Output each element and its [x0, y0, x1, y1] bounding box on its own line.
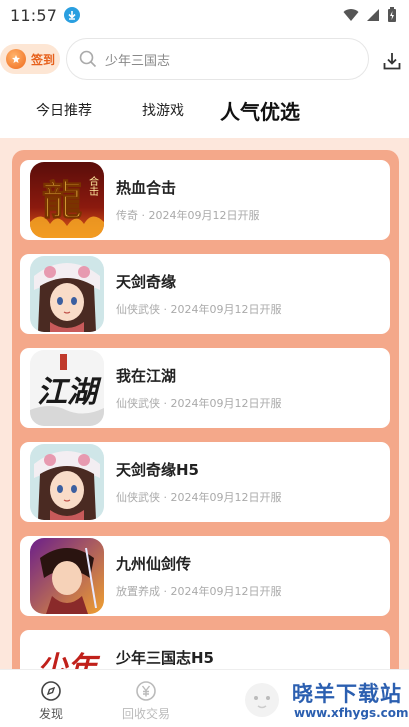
yuan-coin-icon	[136, 681, 156, 701]
game-list-panel: 龍 合击 热血合击 传奇 · 2024年09月12日开服 天剑奇缘 仙侠武侠 ·…	[0, 138, 409, 690]
nav-discover[interactable]: 发现	[16, 670, 86, 727]
dragon-logo-icon: 龍 合击	[30, 162, 104, 238]
signal-icon	[367, 9, 379, 21]
game-title: 热血合击	[116, 179, 177, 197]
tab-today-recommend[interactable]: 今日推荐	[36, 90, 92, 130]
tab-popular-picks[interactable]: 人气优选	[220, 90, 300, 130]
game-meta: 传奇 · 2024年09月12日开服	[116, 209, 260, 222]
search-placeholder: 少年三国志	[105, 53, 171, 69]
nav-discover-label: 发现	[38, 707, 63, 721]
game-title: 少年三国志H5	[116, 649, 214, 667]
nav-recycle-trade-label: 回收交易	[121, 707, 170, 721]
jianghu-calligraphy-icon: 江湖	[30, 350, 104, 426]
dragon-logo-text: 龍	[42, 177, 82, 224]
jianghu-text: 江湖	[37, 375, 102, 410]
watermark-url: www.xfhygs.com	[294, 706, 409, 720]
download-notification-icon	[64, 7, 81, 23]
sheep-mascot-icon	[245, 683, 279, 717]
discover-icon	[41, 681, 61, 701]
game-meta: 仙侠武侠 · 2024年09月12日开服	[116, 397, 282, 410]
signin-button[interactable]: 签到	[0, 44, 60, 74]
game-card[interactable]: 九州仙剑传 放置养成 · 2024年09月12日开服	[20, 536, 390, 616]
search-row: 签到 少年三国志	[0, 38, 409, 80]
game-title: 天剑奇缘H5	[116, 461, 199, 479]
nav-recycle-trade[interactable]: 回收交易	[111, 670, 181, 727]
game-meta: 仙侠武侠 · 2024年09月12日开服	[116, 303, 282, 316]
swordsman-icon	[30, 538, 104, 614]
game-meta: 仙侠武侠 · 2024年09月12日开服	[116, 491, 282, 504]
anime-girl-icon	[30, 256, 104, 332]
game-card[interactable]: 龍 合击 热血合击 传奇 · 2024年09月12日开服	[20, 160, 390, 240]
wifi-icon	[343, 9, 359, 21]
game-title: 天剑奇缘	[116, 273, 177, 291]
watermark-text: 晓羊下载站	[292, 682, 402, 706]
game-card[interactable]: 天剑奇缘 仙侠武侠 · 2024年09月12日开服	[20, 254, 390, 334]
watermark: 晓羊下载站 www.xfhygs.com	[288, 674, 409, 727]
download-icon[interactable]	[382, 51, 402, 71]
game-list: 龍 合击 热血合击 传奇 · 2024年09月12日开服 天剑奇缘 仙侠武侠 ·…	[12, 150, 399, 690]
game-card[interactable]: 天剑奇缘H5 仙侠武侠 · 2024年09月12日开服	[20, 442, 390, 522]
battery-icon	[388, 7, 396, 22]
dragon-logo-badge: 合击	[87, 175, 99, 197]
game-title: 我在江湖	[116, 367, 177, 385]
search-input[interactable]: 少年三国志	[66, 38, 369, 80]
signin-label: 签到	[31, 52, 56, 67]
status-bar: 11:57	[0, 0, 409, 30]
tab-find-games[interactable]: 找游戏	[142, 90, 184, 130]
game-meta: 放置养成 · 2024年09月12日开服	[116, 585, 282, 598]
game-card[interactable]: 江湖 我在江湖 仙侠武侠 · 2024年09月12日开服	[20, 348, 390, 428]
game-title: 九州仙剑传	[116, 555, 192, 573]
signin-coin-icon	[6, 49, 26, 69]
anime-girl-icon	[30, 444, 104, 520]
category-tabs: 今日推荐 找游戏 人气优选	[0, 90, 409, 130]
search-icon	[79, 50, 97, 68]
status-time: 11:57	[10, 5, 58, 25]
